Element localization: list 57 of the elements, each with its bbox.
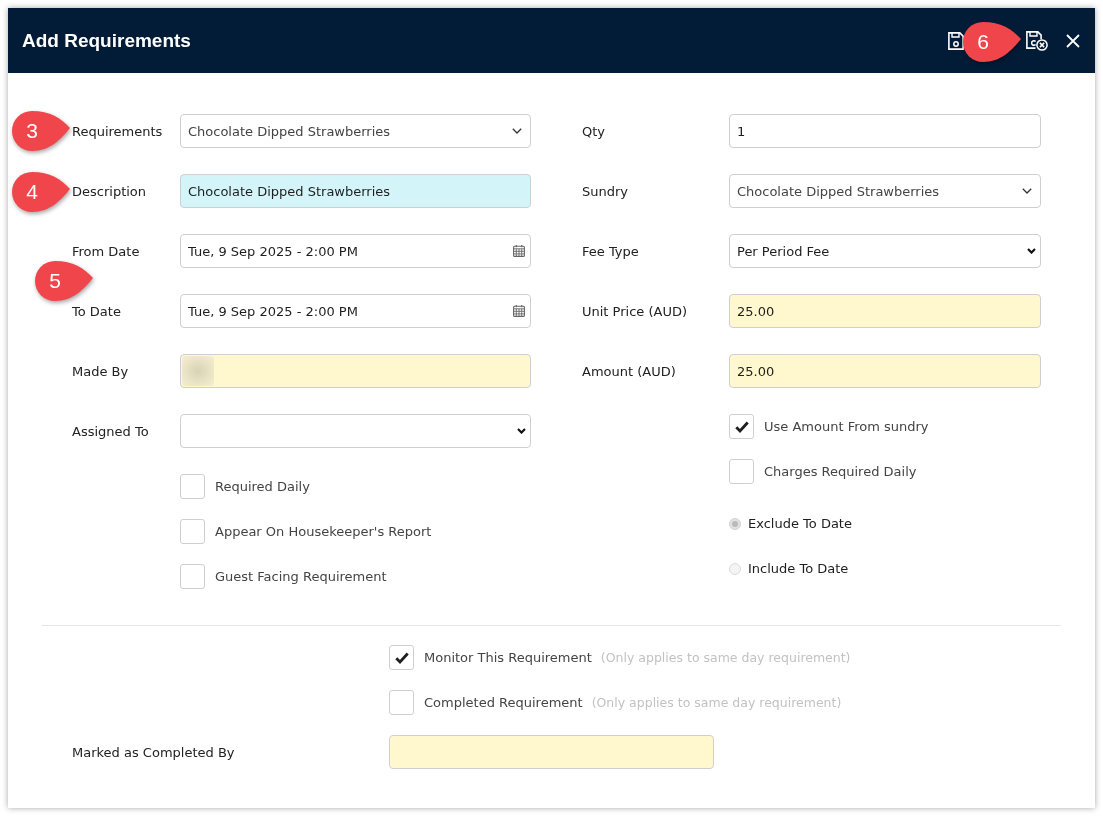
- checkbox-label: Appear On Housekeeper's Report: [215, 524, 432, 539]
- check-icon: [394, 651, 409, 664]
- date-field[interactable]: Tue, 9 Sep 2025 - 2:00 PM: [180, 294, 531, 328]
- field-label: Marked as Completed By: [72, 744, 236, 760]
- text-field[interactable]: 1: [729, 114, 1041, 148]
- checkbox-label: Charges Required Daily: [764, 464, 917, 479]
- field-label: Assigned To: [72, 423, 150, 439]
- field-label: Amount (AUD): [582, 363, 677, 379]
- floppy-disk-x-icon: [1026, 30, 1048, 51]
- checkbox[interactable]: [729, 414, 754, 439]
- text-field[interactable]: 25.00: [729, 294, 1041, 328]
- checkbox[interactable]: [180, 519, 205, 544]
- field-label: Made By: [72, 363, 130, 379]
- field-label: Requirements: [72, 123, 164, 139]
- checkbox[interactable]: [389, 645, 414, 670]
- text-field[interactable]: 25.00: [729, 354, 1041, 388]
- checkbox-label: Required Daily: [215, 479, 310, 494]
- save-button[interactable]: [948, 31, 964, 50]
- check-icon: [734, 420, 749, 433]
- close-icon: [1066, 33, 1080, 48]
- window-title: Add Requirements: [22, 29, 191, 52]
- hint-text: (Only applies to same day requirement): [600, 650, 851, 665]
- field-label: From Date: [72, 243, 141, 259]
- field-label: Fee Type: [582, 243, 640, 259]
- date-field[interactable]: Tue, 9 Sep 2025 - 2:00 PM: [180, 234, 531, 268]
- text-field[interactable]: [389, 735, 714, 769]
- checkbox-label: Guest Facing Requirement: [215, 569, 387, 584]
- calendar-icon: [513, 245, 525, 257]
- checkbox-label: Completed Requirement: [424, 695, 583, 710]
- chevron-down-icon: [1027, 248, 1036, 254]
- dropdown-field[interactable]: Chocolate Dipped Strawberries: [729, 174, 1041, 208]
- checkbox[interactable]: [180, 474, 205, 499]
- select-field[interactable]: [180, 414, 531, 448]
- field-label: Description: [72, 183, 148, 199]
- save-and-close-button[interactable]: [1026, 30, 1048, 51]
- checkbox-label: Monitor This Requirement: [424, 650, 592, 665]
- checkbox[interactable]: [729, 459, 754, 484]
- chevron-down-icon: [517, 428, 526, 434]
- chevron-down-icon: [1022, 188, 1032, 194]
- checkbox-label: Use Amount From sundry: [764, 419, 929, 434]
- hint-text: (Only applies to same day requirement): [591, 695, 842, 710]
- field-label: To Date: [72, 303, 122, 319]
- dropdown-field[interactable]: Chocolate Dipped Strawberries: [180, 114, 531, 148]
- field-label: Unit Price (AUD): [582, 303, 688, 319]
- close-button[interactable]: [1066, 33, 1080, 48]
- select-field[interactable]: Per Period Fee: [729, 234, 1041, 268]
- text-field[interactable]: Chocolate Dipped Strawberries: [180, 174, 531, 208]
- checkbox[interactable]: [180, 564, 205, 589]
- blurred-value: [182, 356, 214, 386]
- field-label: Sundry: [582, 183, 630, 199]
- radio-label: Exclude To Date: [748, 516, 852, 531]
- calendar-icon: [513, 305, 525, 317]
- radio-label: Include To Date: [748, 561, 849, 576]
- checkbox[interactable]: [389, 690, 414, 715]
- field-label: Qty: [582, 123, 607, 139]
- text-field[interactable]: [180, 354, 531, 388]
- chevron-down-icon: [512, 128, 522, 134]
